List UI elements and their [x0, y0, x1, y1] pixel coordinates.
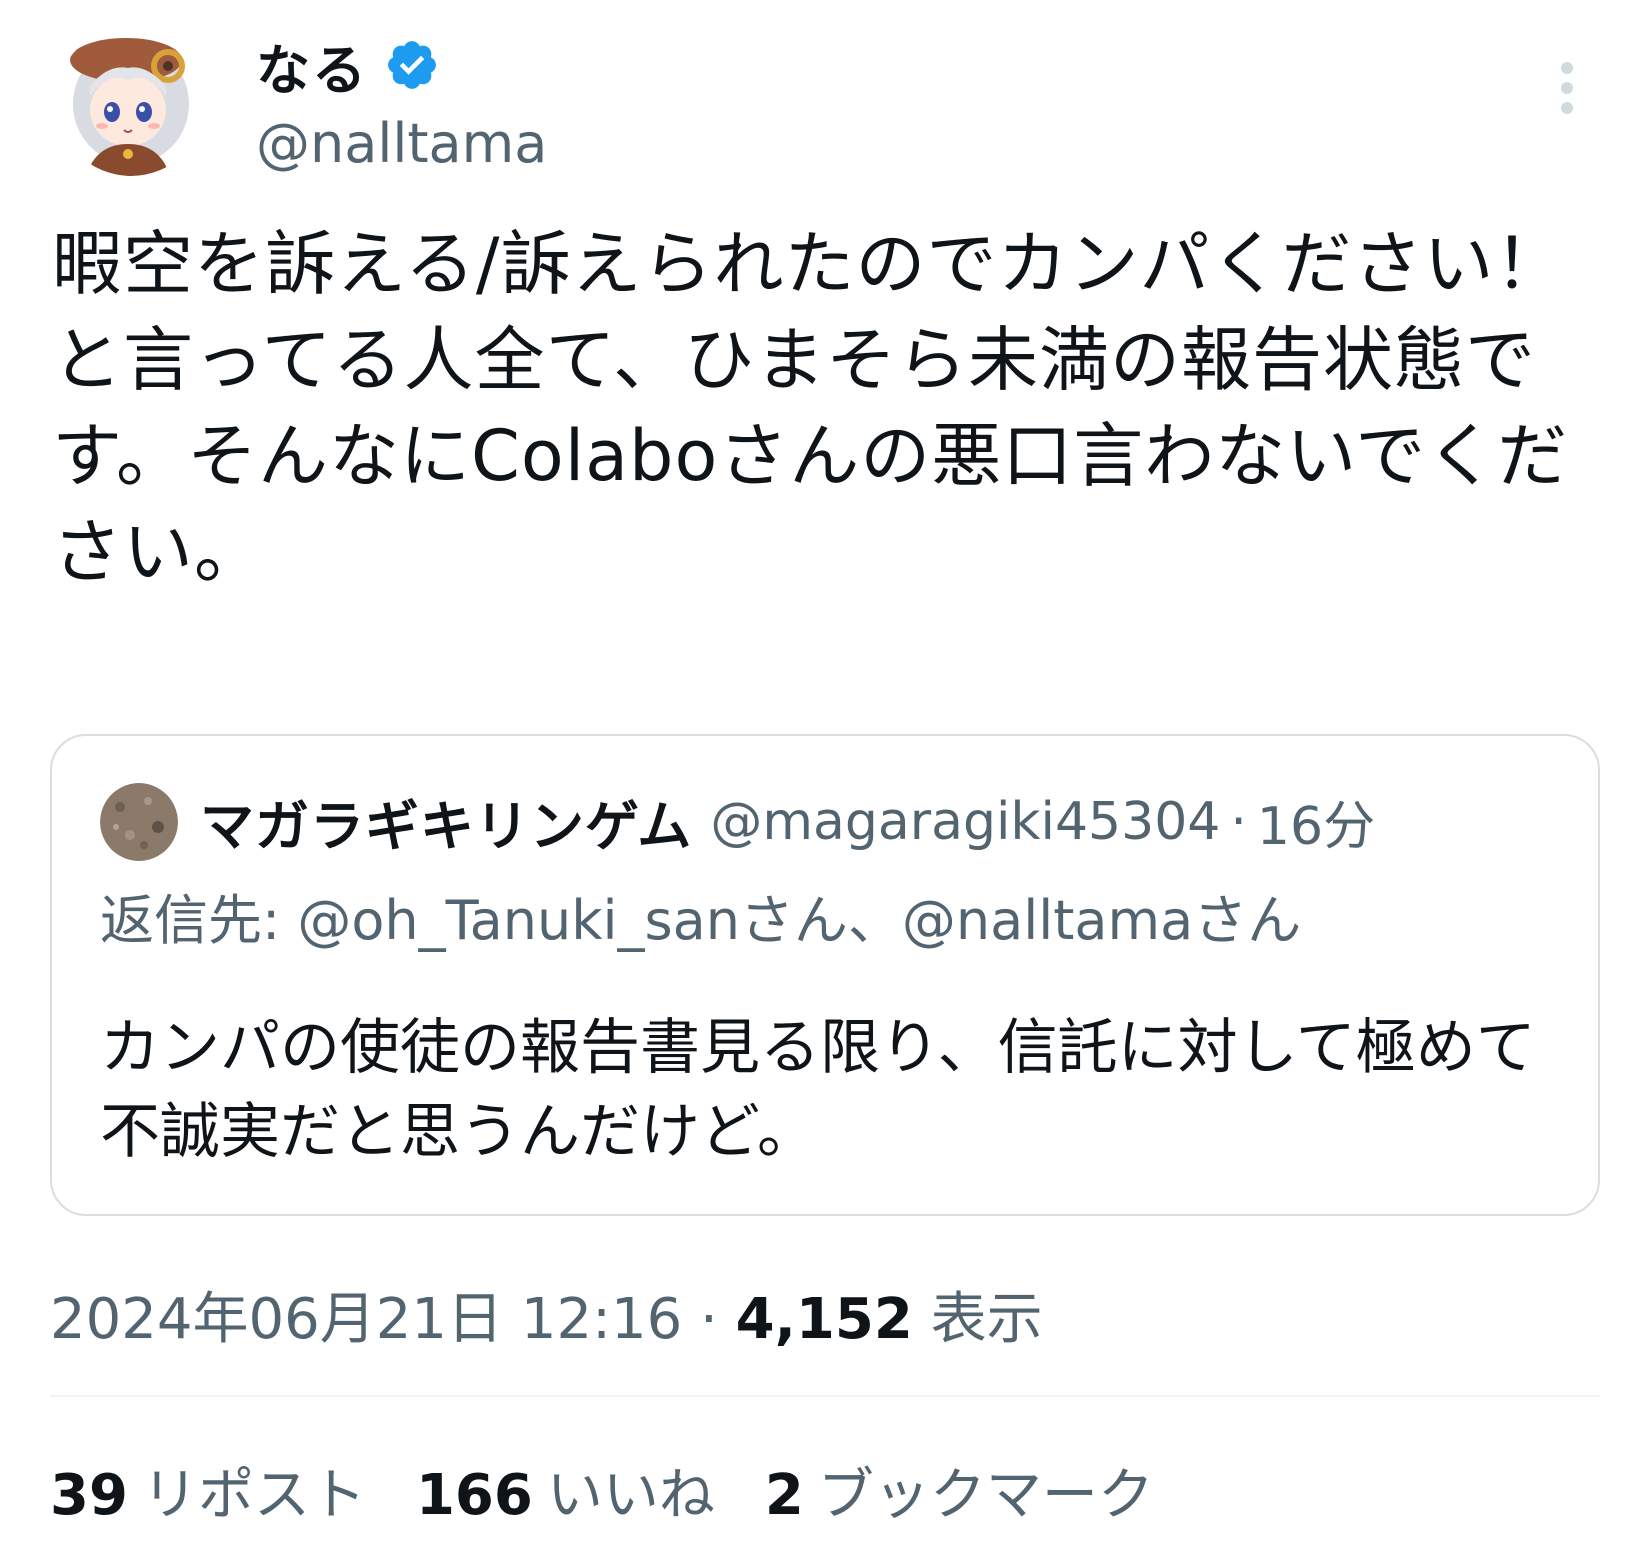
tweet-timestamp[interactable]: 2024年06月21日 12:16: [50, 1287, 682, 1352]
more-options-icon[interactable]: [1552, 62, 1582, 122]
reply-to-line: 返信先: @oh_Tanuki_sanさん、@nalltamaさん: [100, 889, 1302, 952]
avatar-image: [56, 26, 206, 176]
quoted-separator: ·: [1230, 791, 1247, 852]
tweet-header: なる @nalltama: [0, 0, 1644, 200]
engagement-stats: 39 リポスト 166 いいね 2 ブックマーク: [50, 1450, 1204, 1531]
likes-label: いいね: [546, 1463, 715, 1528]
views-count: 4,152: [735, 1287, 913, 1352]
reposts-count: 39: [50, 1463, 128, 1528]
author-display-name[interactable]: なる: [256, 26, 368, 105]
author-handle[interactable]: @nalltama: [256, 112, 547, 175]
quoted-author-avatar: [100, 782, 178, 861]
quoted-tweet-text: カンパの使徒の報告書見る限り、信託に対して極めて不誠実だと思うんだけど。: [100, 1013, 1536, 1167]
quoted-tweet-card[interactable]: マガラギキリンゲム @magaragiki45304 · 16分 返信先: @o…: [50, 734, 1600, 1216]
meta-separator: ·: [700, 1287, 718, 1352]
reposts-stat[interactable]: 39 リポスト: [50, 1450, 366, 1531]
quoted-tweet-time: 16分: [1256, 797, 1376, 857]
likes-stat[interactable]: 166 いいね: [416, 1450, 715, 1531]
author-name-row: なる: [256, 30, 440, 102]
bookmarks-stat[interactable]: 2 ブックマーク: [765, 1450, 1154, 1531]
bookmarks-label: ブックマーク: [817, 1463, 1154, 1528]
verified-badge-icon: [384, 37, 440, 93]
author-avatar[interactable]: [56, 26, 206, 176]
likes-count: 166: [415, 1463, 533, 1528]
quoted-tweet-header: マガラギキリンゲム @magaragiki45304 · 16分: [100, 782, 1375, 861]
bookmarks-count: 2: [764, 1463, 804, 1528]
quoted-author-handle: @magaragiki45304: [710, 791, 1221, 852]
views-label: 表示: [930, 1287, 1043, 1352]
divider: [50, 1395, 1600, 1397]
reposts-label: リポスト: [141, 1463, 366, 1528]
tweet-text: 暇空を訴える/訴えられたのでカンパください！ と言ってる人全て、ひまそら未満の報…: [52, 223, 1569, 593]
quoted-author-display-name: マガラギキリンゲム: [200, 795, 693, 858]
tweet-meta: 2024年06月21日 12:16 · 4,152 表示: [50, 1274, 1043, 1355]
